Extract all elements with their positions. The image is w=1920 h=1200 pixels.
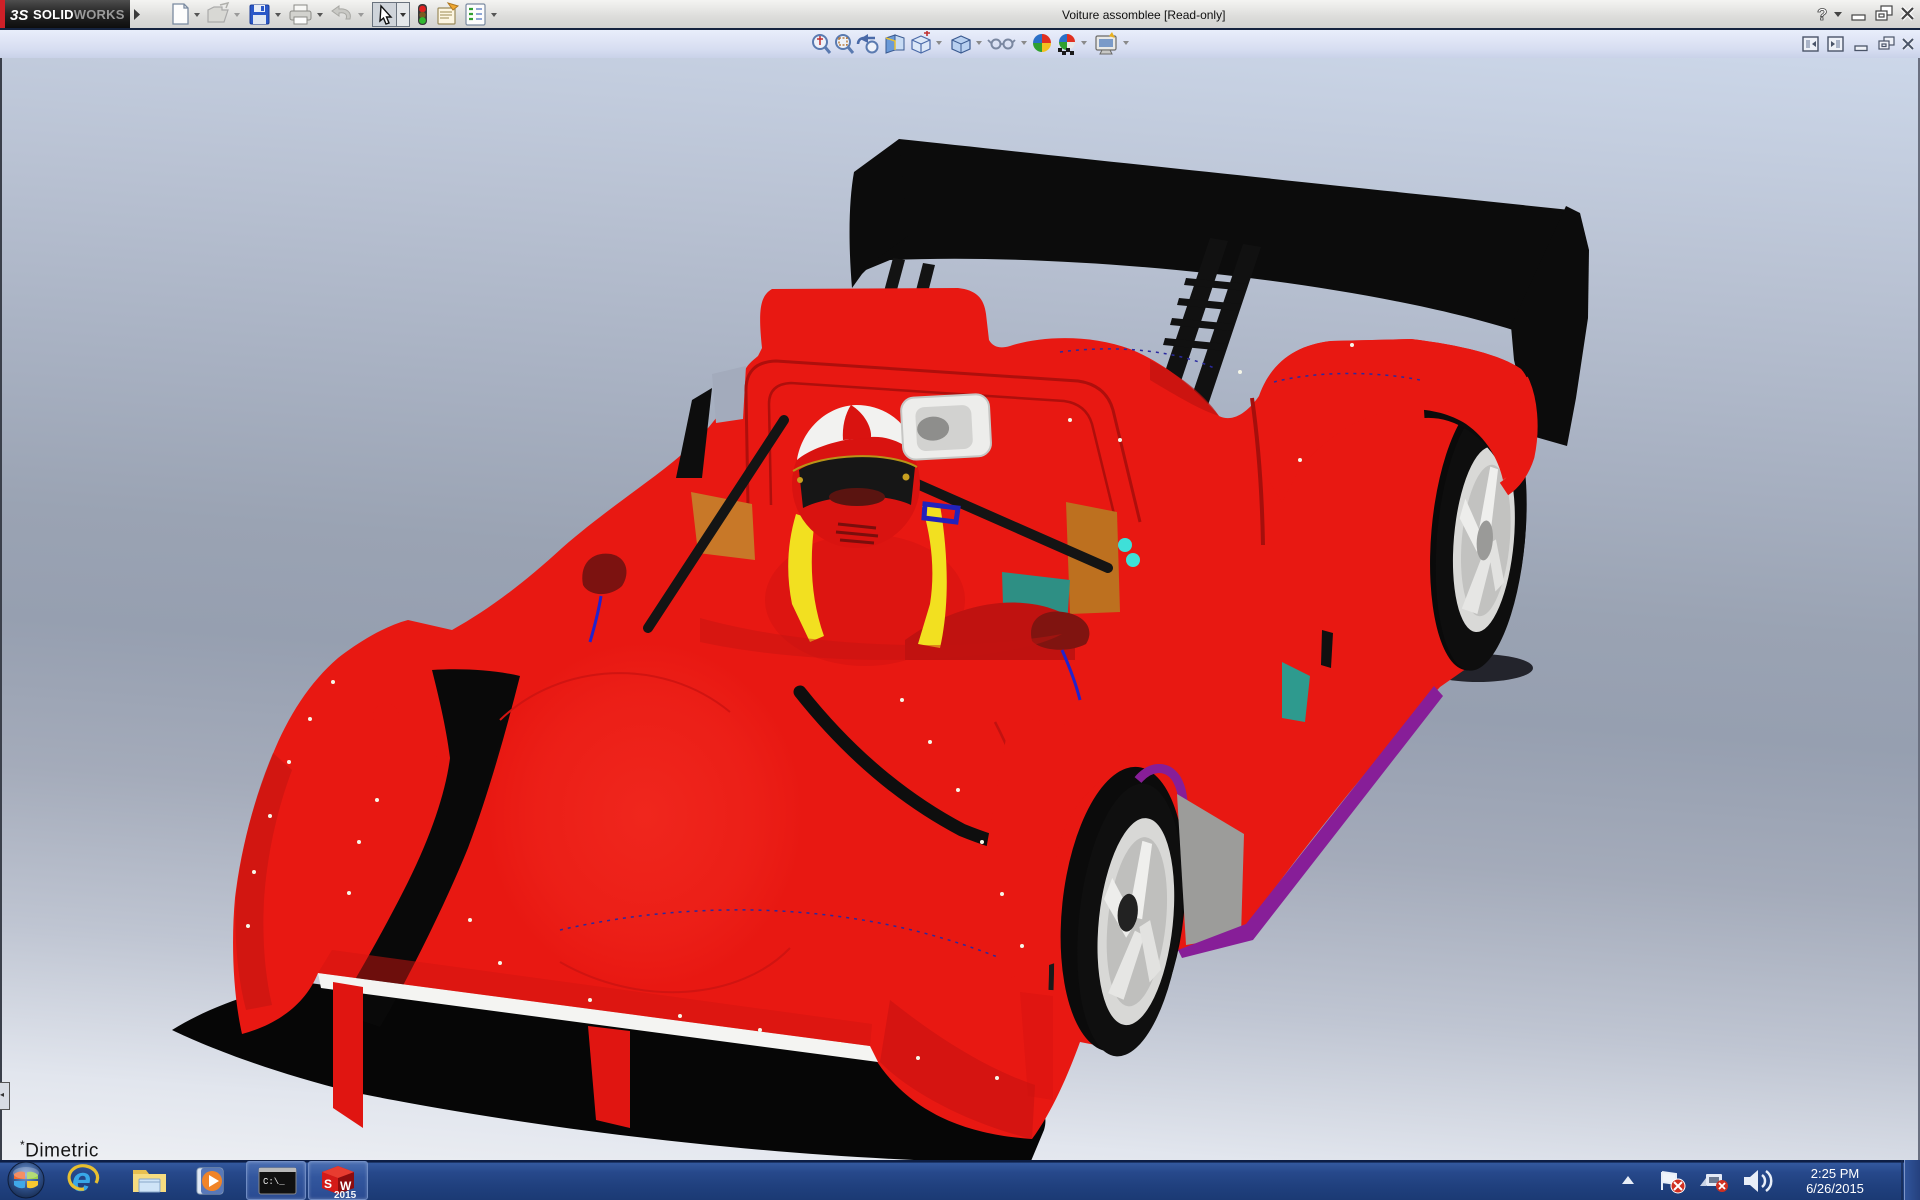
svg-text:2015: 2015: [334, 1190, 357, 1200]
svg-text:S: S: [324, 1177, 332, 1191]
svg-text:?: ?: [1817, 5, 1827, 24]
svg-text:C:\_: C:\_: [263, 1177, 285, 1187]
svg-text:SOLIDWORKS: SOLIDWORKS: [33, 7, 125, 22]
svg-text:3S: 3S: [10, 7, 28, 24]
